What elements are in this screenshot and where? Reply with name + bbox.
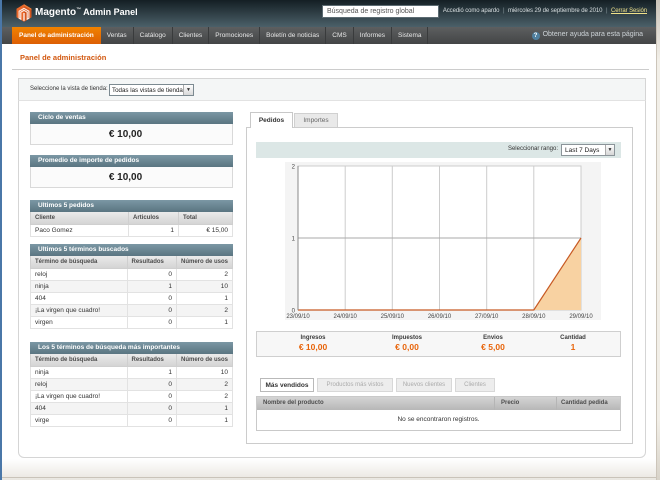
svg-text:27/09/10: 27/09/10 xyxy=(475,314,499,320)
svg-text:29/09/10: 29/09/10 xyxy=(569,314,593,320)
svg-text:26/09/10: 26/09/10 xyxy=(428,314,452,320)
svg-text:23/09/10: 23/09/10 xyxy=(286,314,310,320)
svg-text:25/09/10: 25/09/10 xyxy=(381,314,405,320)
svg-text:24/09/10: 24/09/10 xyxy=(334,314,358,320)
svg-text:28/09/10: 28/09/10 xyxy=(522,314,546,320)
